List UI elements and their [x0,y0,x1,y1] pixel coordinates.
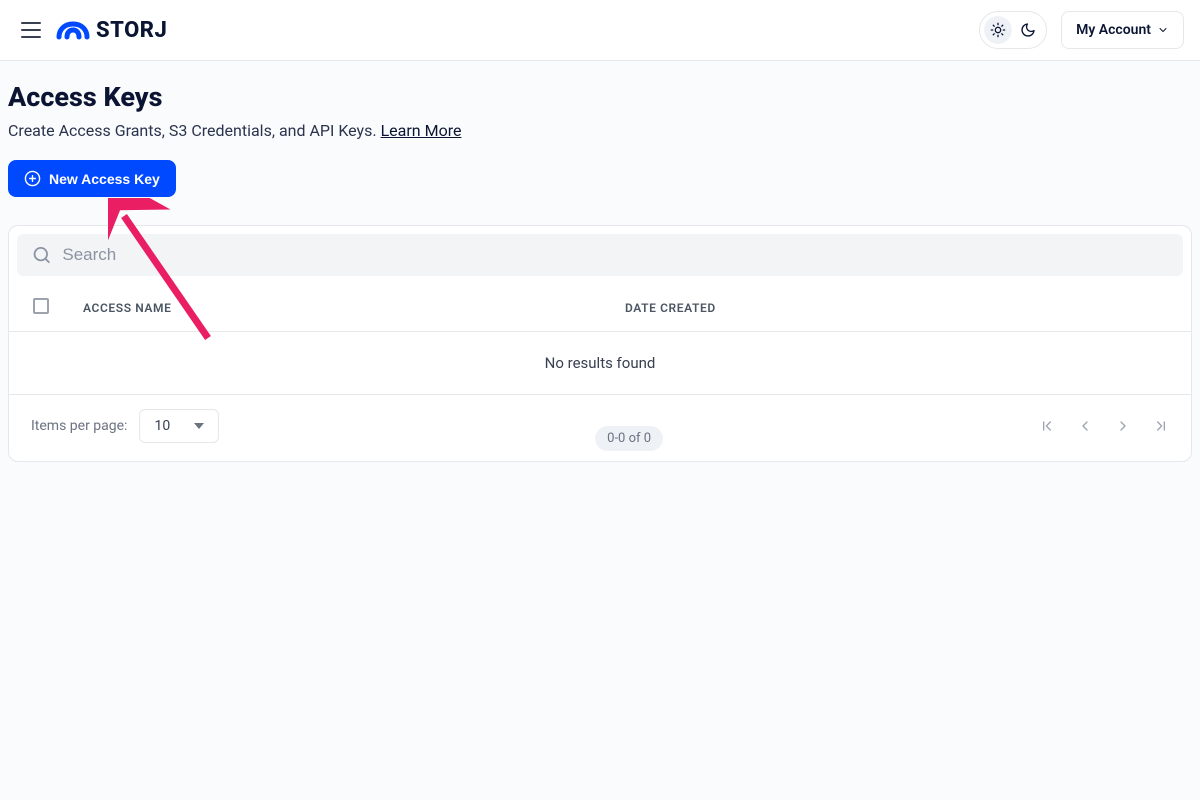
subtitle-text: Create Access Grants, S3 Credentials, an… [8,121,381,140]
learn-more-link[interactable]: Learn More [381,121,462,140]
new-access-key-label: New Access Key [49,171,160,187]
pager [1039,418,1169,434]
page-last-button[interactable] [1153,418,1169,434]
new-access-key-button[interactable]: New Access Key [8,160,176,197]
storj-logo-icon [56,17,90,43]
search-wrap [9,226,1191,284]
theme-light-button[interactable] [984,16,1012,44]
search-box[interactable] [17,234,1183,276]
header-left: STORJ [16,15,167,45]
page-next-button[interactable] [1115,418,1131,434]
items-per-page: Items per page: 10 [31,409,219,443]
moon-icon [1020,22,1036,38]
page-first-icon [1039,418,1055,434]
search-input[interactable] [62,245,1169,265]
brand-name: STORJ [96,18,167,43]
menu-button[interactable] [16,15,46,45]
select-all-checkbox[interactable] [33,298,49,314]
page-subtitle: Create Access Grants, S3 Credentials, an… [8,121,1192,140]
page-title: Access Keys [8,81,1192,113]
table-header-checkbox-cell [33,298,83,317]
sun-icon [990,22,1006,38]
search-icon [31,244,52,266]
column-date-created[interactable]: DATE CREATED [625,301,1167,315]
column-access-name[interactable]: ACCESS NAME [83,301,625,315]
access-keys-card: ACCESS NAME DATE CREATED No results foun… [8,225,1192,462]
chevron-left-icon [1077,418,1093,434]
items-per-page-value: 10 [154,418,170,434]
chevron-right-icon [1115,418,1131,434]
header-right: My Account [979,11,1184,49]
no-results-row: No results found [9,332,1191,395]
app-header: STORJ My Account [0,0,1200,61]
table-header: ACCESS NAME DATE CREATED [9,284,1191,332]
main-content: Access Keys Create Access Grants, S3 Cre… [0,61,1200,800]
brand-logo[interactable]: STORJ [56,17,167,43]
page-header: Access Keys Create Access Grants, S3 Cre… [8,69,1192,160]
theme-dark-button[interactable] [1014,16,1042,44]
page-prev-button[interactable] [1077,418,1093,434]
hamburger-icon [21,22,41,38]
chevron-down-icon [1157,24,1169,36]
dropdown-caret-icon [194,423,204,429]
page-range: 0-0 of 0 [595,426,663,451]
table-footer: Items per page: 10 0-0 of 0 [9,395,1191,461]
plus-circle-icon [24,170,41,187]
items-per-page-label: Items per page: [31,418,127,434]
my-account-label: My Account [1076,22,1151,38]
page-first-button[interactable] [1039,418,1055,434]
my-account-button[interactable]: My Account [1061,11,1184,49]
page-last-icon [1153,418,1169,434]
theme-toggle [979,11,1047,49]
items-per-page-select[interactable]: 10 [139,409,219,443]
